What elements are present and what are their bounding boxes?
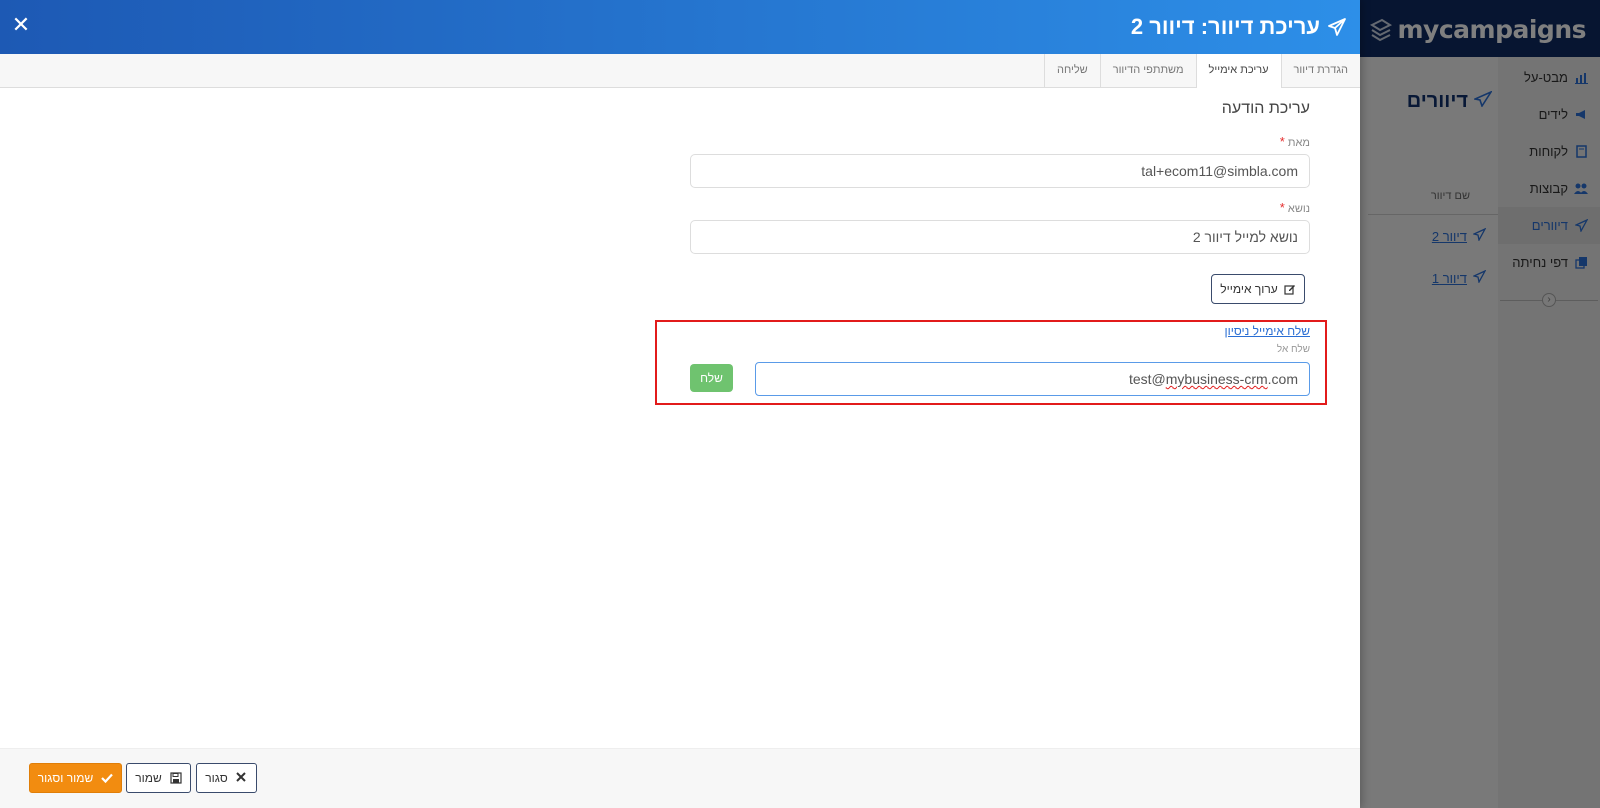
subject-label: נושא * [1277,200,1310,215]
tab-recipients[interactable]: משתתפי הדיוור [1099,54,1196,87]
send-test-email-link[interactable]: שלח אימייל ניסיון [1225,324,1310,338]
close-icon[interactable]: ✕ [10,12,32,38]
subject-field[interactable]: נושא למייל דיוור 2 [690,220,1310,254]
test-email-domain: mybusiness-crm [1165,371,1268,387]
modal-title: עריכת דיוור: דיוור 2 [1131,12,1346,42]
modal-title-text: עריכת דיוור: דיוור 2 [1130,14,1320,39]
tab-edit-email[interactable]: עריכת אימייל [1195,54,1281,88]
field-label-text: נושא [1287,203,1310,215]
close-icon [236,772,248,784]
required-mark: * [1279,200,1285,215]
send-test-button[interactable]: שלח [690,364,733,392]
required-mark: * [1279,134,1285,149]
save-and-close-label: שמור וסגור [37,771,94,785]
tab-send[interactable]: שליחה [1043,54,1100,87]
save-button-label: שמור [135,771,162,785]
edit-email-label: ערוך אימייל [1220,282,1278,296]
edit-campaign-modal: ✕ עריכת דיוור: דיוור 2 הגדרת דיוור עריכת… [0,0,1360,808]
section-title: עריכת הודעה [1221,100,1310,117]
tab-campaign-settings[interactable]: הגדרת דיוור [1280,54,1360,87]
floppy-disk-icon [170,772,182,784]
test-email-suffix: .com [1267,371,1298,387]
test-email-section: שלח אימייל ניסיון שלח אל test@mybusiness… [655,320,1327,405]
checkmark-icon [101,772,114,784]
field-label-text: מאת [1287,137,1310,149]
close-button-label: סגור [205,771,228,785]
modal-header: ✕ עריכת דיוור: דיוור 2 [0,0,1360,54]
close-button[interactable]: סגור [196,763,257,793]
modal-footer: סגור שמור שמור וסגור [0,748,1360,808]
send-to-label: שלח אל [1276,344,1310,355]
save-button[interactable]: שמור [126,763,191,793]
test-email-input[interactable]: test@mybusiness-crm.com [755,362,1310,396]
test-email-prefix: test@ [1128,371,1166,387]
save-and-close-button[interactable]: שמור וסגור [29,763,122,793]
from-field[interactable]: tal+ecom11@simbla.com [690,154,1310,188]
paper-plane-icon [1328,18,1346,36]
edit-icon [1284,283,1296,295]
edit-email-button[interactable]: ערוך אימייל [1211,274,1305,304]
from-label: מאת * [1277,134,1310,149]
modal-tabs: הגדרת דיוור עריכת אימייל משתתפי הדיוור ש… [0,54,1360,88]
